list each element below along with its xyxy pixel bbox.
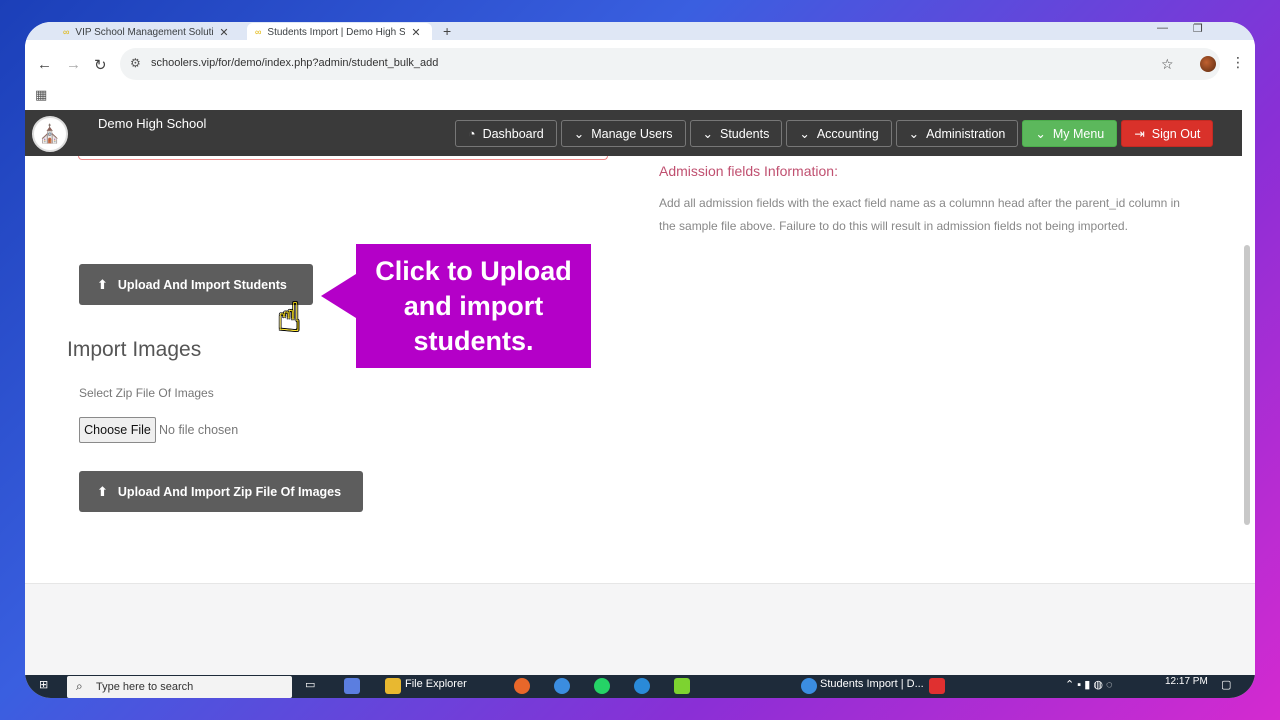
new-tab-icon[interactable]: + <box>443 23 451 39</box>
admission-fields-description: Add all admission fields with the exact … <box>659 196 1180 233</box>
manage-users-label: Manage Users <box>591 126 673 141</box>
upload-import-zip-label: Upload And Import Zip File Of Images <box>117 484 342 499</box>
students-button[interactable]: ⌄ Students <box>689 120 783 147</box>
sign-out-icon: ⇥ <box>1134 127 1145 141</box>
edge-icon[interactable] <box>634 678 650 694</box>
callout-pointer <box>321 274 356 318</box>
zip-file-label: Select Zip File Of Images <box>79 386 214 400</box>
site-info-icon[interactable]: ⚙ <box>130 56 141 70</box>
chevron-down-icon: ⌄ <box>908 127 920 141</box>
tab-title: Students Import | Demo High S <box>267 26 406 38</box>
camtasia-icon[interactable] <box>674 678 690 694</box>
close-icon[interactable]: ✕ <box>411 26 420 39</box>
url-text[interactable]: schoolers.vip/for/demo/index.php?admin/s… <box>151 57 438 69</box>
administration-label: Administration <box>926 126 1006 141</box>
no-file-chosen-text: No file chosen <box>159 423 239 437</box>
windows-start-icon[interactable]: ⊞ <box>39 678 48 691</box>
choose-file-button[interactable]: Choose File <box>79 417 156 443</box>
windows-taskbar: ⊞ ⌕ Type here to search ▭ File Explorer … <box>25 675 1255 698</box>
callout-line-1: Click to Upload <box>375 256 572 286</box>
manage-users-button[interactable]: ⌄ Manage Users <box>560 120 686 147</box>
main-content: Admission fields Information: Add all ad… <box>25 156 1242 583</box>
tab-vip-school[interactable]: ∞ VIP School Management Soluti ✕ <box>55 23 245 41</box>
callout-line-2: and import <box>403 291 544 321</box>
page-footer-area <box>25 583 1255 675</box>
tray-icons[interactable]: ⌃ ▪ ▮ ◍ ◌ <box>1065 678 1113 691</box>
chevron-down-icon: ⌄ <box>702 127 713 141</box>
bookmarks-bar: ▦ <box>25 86 1255 110</box>
copilot-icon[interactable] <box>344 678 360 694</box>
administration-button[interactable]: ⌄ Administration <box>895 120 1019 147</box>
whatsapp-icon[interactable] <box>594 678 610 694</box>
taskbar-search[interactable]: ⌕ Type here to search <box>67 676 292 698</box>
recorder-icon[interactable] <box>929 678 945 694</box>
dashboard-label: Dashboard <box>482 126 544 141</box>
tab-bar: ∞ VIP School Management Soluti ✕ ∞ Stude… <box>25 22 1255 41</box>
school-logo[interactable]: ⛪ <box>32 116 68 152</box>
sign-out-button[interactable]: ⇥ Sign Out <box>1121 120 1214 147</box>
callout-line-3: students. <box>413 326 534 356</box>
url-bar[interactable]: ⚙ schoolers.vip/for/demo/index.php?admin… <box>120 48 1220 80</box>
site-navbar: ⛪ Demo High School ◔ Dashboard ⌄ Manage … <box>25 110 1242 156</box>
restore-icon[interactable]: ❐ <box>1193 22 1203 35</box>
close-icon[interactable]: ✕ <box>219 26 228 39</box>
tutorial-callout: Click to Upload and import students. <box>356 244 591 368</box>
accounting-label: Accounting <box>816 126 879 141</box>
file-explorer-icon[interactable] <box>385 678 401 694</box>
accounting-button[interactable]: ⌄ Accounting <box>786 120 892 147</box>
browser-window: ∞ VIP School Management Soluti ✕ ∞ Stude… <box>25 22 1255 698</box>
menu-kebab-icon[interactable]: ⋮ <box>1231 54 1245 71</box>
tab-title: VIP School Management Soluti <box>75 26 214 38</box>
minimize-icon[interactable]: — <box>1157 22 1168 34</box>
school-name: Demo High School <box>98 116 207 131</box>
site-favicon-icon: ∞ <box>255 27 262 37</box>
reload-icon[interactable]: ↻ <box>94 56 107 74</box>
chrome-window-label[interactable]: Students Import | D... <box>820 678 924 690</box>
admission-fields-title: Admission fields Information: <box>659 163 838 179</box>
firefox-icon[interactable] <box>514 678 530 694</box>
my-menu-button[interactable]: ⌄ My Menu <box>1022 120 1118 147</box>
task-view-icon[interactable]: ▭ <box>305 678 315 691</box>
students-label: Students <box>719 126 770 141</box>
dashboard-button[interactable]: ◔ Dashboard <box>455 120 557 147</box>
search-icon: ⌕ <box>76 679 83 693</box>
forward-icon[interactable]: → <box>66 56 81 73</box>
upload-icon: ⬆ <box>97 276 108 292</box>
apps-grid-icon[interactable]: ▦ <box>35 87 47 103</box>
form-border-edge <box>78 156 608 160</box>
page-scrollbar[interactable] <box>1244 245 1250 525</box>
dashboard-gauge-icon: ◔ <box>468 126 476 141</box>
profile-avatar[interactable] <box>1200 56 1216 72</box>
import-images-heading: Import Images <box>67 338 202 361</box>
chrome-icon[interactable] <box>554 678 570 694</box>
nav-buttons: ◔ Dashboard ⌄ Manage Users ⌄ Students ⌄ … <box>455 120 1214 147</box>
back-icon[interactable]: ← <box>37 56 52 73</box>
chevron-down-icon: ⌄ <box>573 127 585 141</box>
search-placeholder: Type here to search <box>96 681 194 693</box>
site-favicon-icon: ∞ <box>63 27 70 37</box>
hand-pointer-icon: ☝ <box>277 296 302 340</box>
chrome-window-icon[interactable] <box>801 678 817 694</box>
tab-students-import[interactable]: ∞ Students Import | Demo High S ✕ <box>247 23 432 41</box>
address-bar-row: ← → ↻ ⚙ schoolers.vip/for/demo/index.php… <box>25 40 1255 90</box>
upload-import-zip-button[interactable]: ⬆ Upload And Import Zip File Of Images <box>79 471 363 512</box>
upload-icon: ⬆ <box>97 483 108 499</box>
chevron-down-icon: ⌄ <box>799 127 810 141</box>
clock-time[interactable]: 12:17 PM <box>1165 676 1208 687</box>
bookmark-star-icon[interactable]: ☆ <box>1161 56 1174 73</box>
notification-icon[interactable]: ▢ <box>1221 678 1231 691</box>
chevron-down-icon: ⌄ <box>1035 127 1046 141</box>
file-explorer-label[interactable]: File Explorer <box>405 678 467 690</box>
sign-out-label: Sign Out <box>1151 126 1201 141</box>
my-menu-label: My Menu <box>1052 126 1105 141</box>
upload-import-students-label: Upload And Import Students <box>117 277 287 292</box>
